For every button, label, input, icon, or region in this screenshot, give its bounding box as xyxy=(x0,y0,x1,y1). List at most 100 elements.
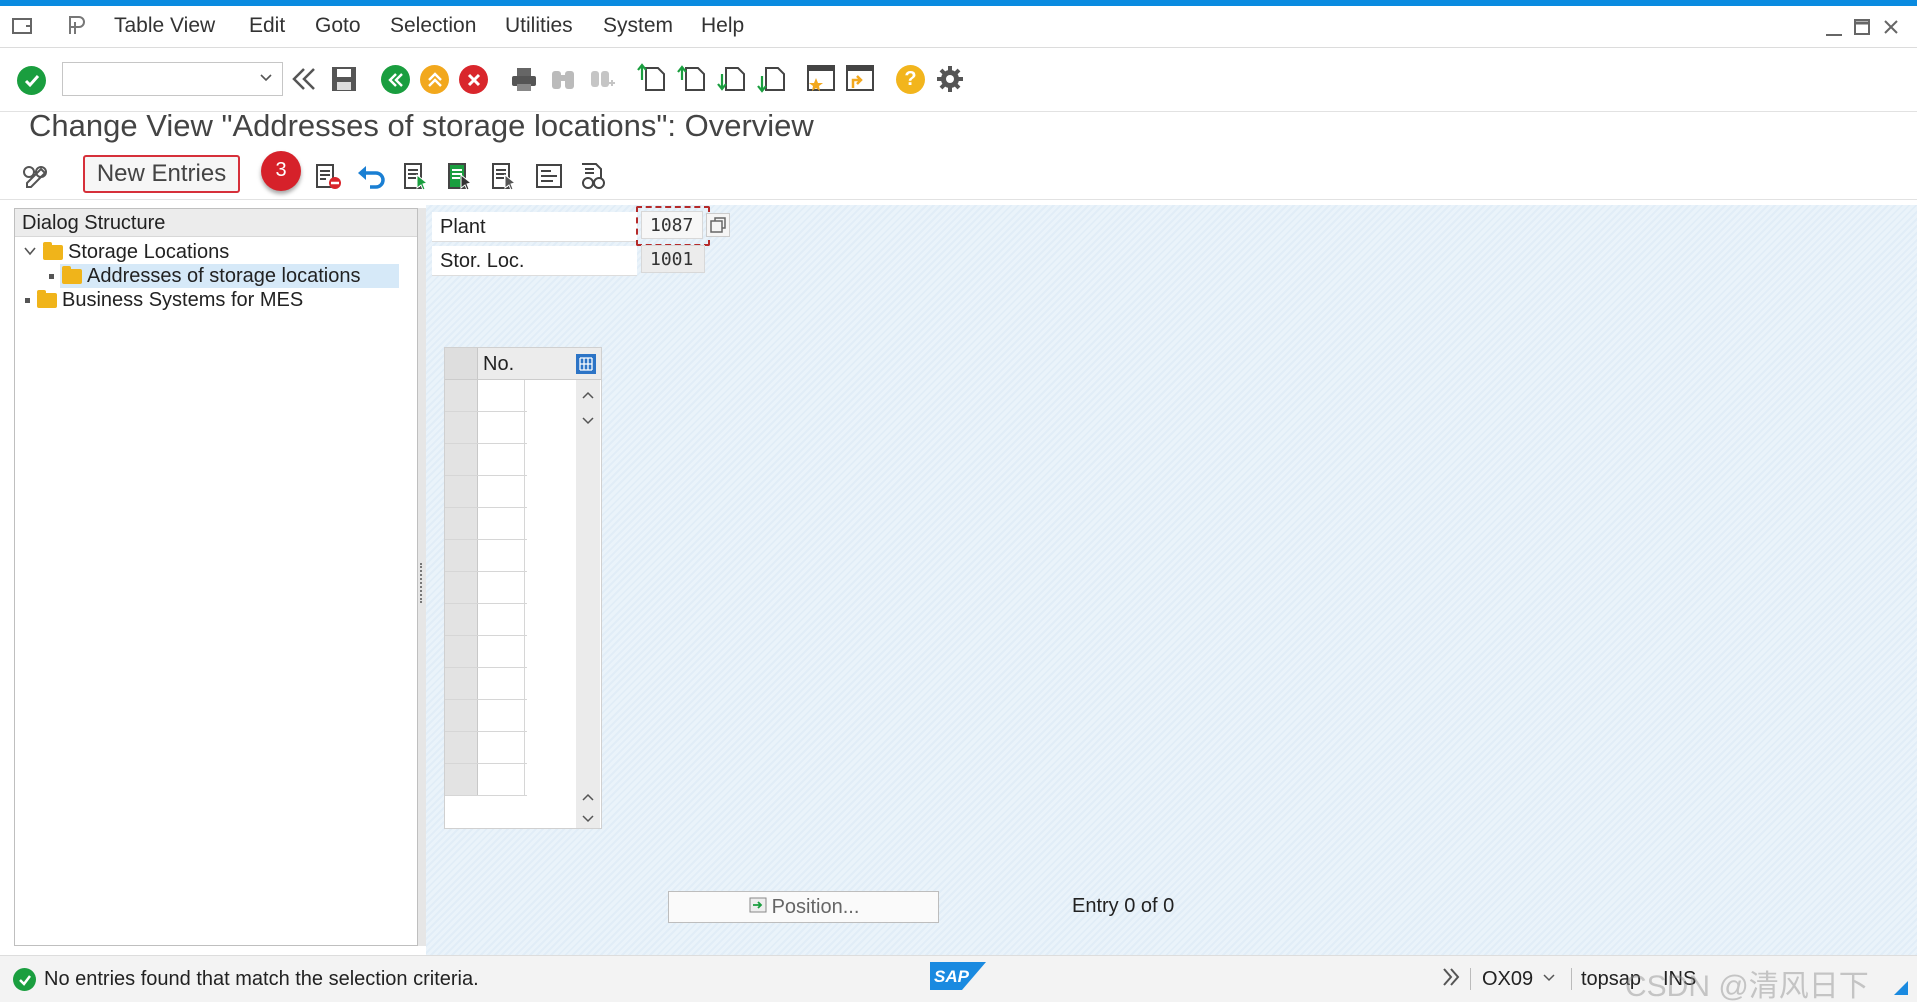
row-selector[interactable] xyxy=(445,732,478,763)
entries-table: No. xyxy=(444,347,602,829)
table-cell[interactable] xyxy=(478,412,525,443)
display-change-icon[interactable] xyxy=(20,161,52,189)
deselect-all-icon[interactable] xyxy=(490,161,520,191)
select-all-cell[interactable] xyxy=(445,348,478,379)
enter-check-icon[interactable] xyxy=(17,66,46,95)
bc-set-icon[interactable] xyxy=(578,161,608,191)
row-selector[interactable] xyxy=(445,636,478,667)
menu-table-view[interactable]: Table View xyxy=(114,14,215,38)
table-cell[interactable] xyxy=(478,508,525,539)
menu-help[interactable]: Help xyxy=(701,14,744,38)
table-row[interactable] xyxy=(445,604,527,636)
table-cell[interactable] xyxy=(478,732,525,763)
table-row[interactable] xyxy=(445,700,527,732)
save-icon[interactable] xyxy=(329,64,359,94)
table-row[interactable] xyxy=(445,572,527,604)
resize-grip-icon[interactable] xyxy=(1893,980,1909,1001)
close-window-icon[interactable] xyxy=(1882,18,1900,42)
personalize-icon[interactable] xyxy=(66,14,88,36)
table-cell[interactable] xyxy=(478,636,525,667)
row-selector[interactable] xyxy=(445,668,478,699)
splitter-grip[interactable] xyxy=(420,563,424,603)
table-row[interactable] xyxy=(445,764,527,796)
tree-item-business-systems[interactable]: Business Systems for MES xyxy=(25,289,303,311)
select-block-icon[interactable] xyxy=(446,161,476,191)
table-row[interactable] xyxy=(445,412,527,444)
select-all-icon[interactable] xyxy=(402,161,432,191)
row-selector[interactable] xyxy=(445,444,478,475)
command-input[interactable] xyxy=(63,63,243,93)
row-selector[interactable] xyxy=(445,604,478,635)
panel-splitter[interactable] xyxy=(418,208,426,946)
create-session-icon[interactable] xyxy=(806,62,838,94)
table-cell[interactable] xyxy=(478,444,525,475)
table-cell[interactable] xyxy=(478,668,525,699)
print-icon[interactable] xyxy=(509,64,539,94)
table-row[interactable] xyxy=(445,476,527,508)
scroll-page-up-icon[interactable] xyxy=(580,790,596,808)
row-selector[interactable] xyxy=(445,700,478,731)
table-cell[interactable] xyxy=(478,380,525,411)
find-icon[interactable] xyxy=(548,64,578,94)
table-cell[interactable] xyxy=(478,764,525,795)
menu-edit[interactable]: Edit xyxy=(249,14,285,38)
menu-icon[interactable] xyxy=(12,16,34,36)
find-next-icon[interactable] xyxy=(587,64,617,94)
menu-utilities[interactable]: Utilities xyxy=(505,14,573,38)
table-row[interactable] xyxy=(445,636,527,668)
menu-system[interactable]: System xyxy=(603,14,673,38)
table-cell[interactable] xyxy=(478,700,525,731)
scroll-up-icon[interactable] xyxy=(580,388,596,406)
row-selector[interactable] xyxy=(445,412,478,443)
double-chevron-left-icon[interactable] xyxy=(290,64,318,94)
chevron-down-icon[interactable] xyxy=(1541,970,1557,991)
table-cell[interactable] xyxy=(478,572,525,603)
print-field-list-icon[interactable] xyxy=(534,161,564,191)
maximize-icon[interactable] xyxy=(1853,18,1871,42)
column-header-no[interactable]: No. xyxy=(483,353,514,376)
delete-icon[interactable] xyxy=(313,161,343,191)
chevron-down-icon[interactable] xyxy=(23,241,39,264)
vertical-scrollbar[interactable] xyxy=(576,380,600,828)
help-icon[interactable]: ? xyxy=(896,65,925,94)
value-help-icon[interactable] xyxy=(706,213,730,237)
table-row[interactable] xyxy=(445,668,527,700)
menu-goto[interactable]: Goto xyxy=(315,14,361,38)
next-page-icon[interactable] xyxy=(717,62,747,94)
table-row[interactable] xyxy=(445,380,527,412)
previous-page-icon[interactable] xyxy=(677,62,707,94)
last-page-icon[interactable] xyxy=(757,62,787,94)
scroll-page-down-icon[interactable] xyxy=(580,812,596,830)
settings-gear-icon[interactable] xyxy=(935,64,965,94)
scroll-down-icon[interactable] xyxy=(580,414,596,432)
cancel-icon[interactable] xyxy=(459,65,488,94)
tree-item-addresses[interactable]: Addresses of storage locations xyxy=(49,264,415,288)
table-cell[interactable] xyxy=(478,476,525,507)
menu-selection[interactable]: Selection xyxy=(390,14,476,38)
row-selector[interactable] xyxy=(445,380,478,411)
command-field[interactable] xyxy=(62,62,283,96)
row-selector[interactable] xyxy=(445,764,478,795)
tree-item-storage-locations[interactable]: Storage Locations xyxy=(23,241,229,263)
table-cell[interactable] xyxy=(478,604,525,635)
chevron-down-icon[interactable] xyxy=(258,69,274,90)
exit-icon[interactable] xyxy=(420,65,449,94)
undo-icon[interactable] xyxy=(356,163,386,189)
row-selector[interactable] xyxy=(445,476,478,507)
column-settings-icon[interactable] xyxy=(575,353,597,375)
back-icon[interactable] xyxy=(381,65,410,94)
first-page-icon[interactable] xyxy=(637,62,667,94)
generate-shortcut-icon[interactable] xyxy=(845,62,877,94)
double-chevron-right-icon[interactable] xyxy=(1441,966,1461,993)
table-row[interactable] xyxy=(445,540,527,572)
table-row[interactable] xyxy=(445,444,527,476)
row-selector[interactable] xyxy=(445,540,478,571)
minimize-icon[interactable] xyxy=(1825,20,1843,43)
table-cell[interactable] xyxy=(478,540,525,571)
position-button[interactable]: Position... xyxy=(668,891,939,923)
new-entries-button[interactable]: New Entries xyxy=(83,155,240,193)
table-row[interactable] xyxy=(445,732,527,764)
row-selector[interactable] xyxy=(445,508,478,539)
row-selector[interactable] xyxy=(445,572,478,603)
table-row[interactable] xyxy=(445,508,527,540)
